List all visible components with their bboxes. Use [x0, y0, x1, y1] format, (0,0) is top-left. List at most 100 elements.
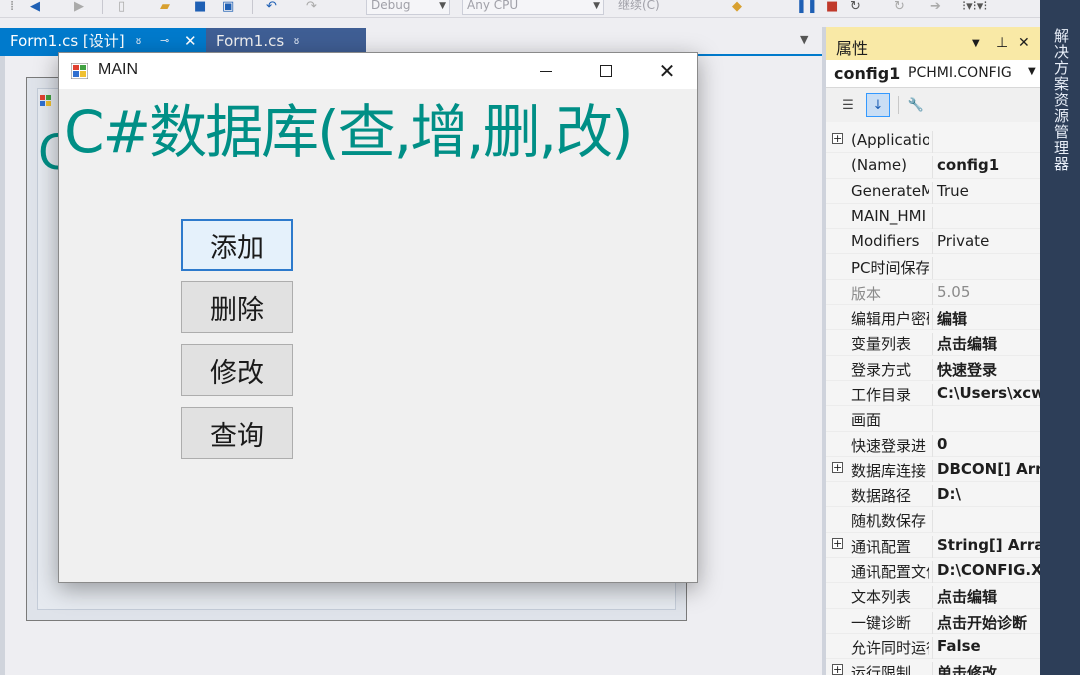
property-value[interactable]: 单击修改: [932, 662, 1040, 675]
chevron-down-icon: ▼: [1028, 66, 1036, 77]
property-row[interactable]: + (ApplicationSettings): [826, 128, 1040, 154]
pause-icon[interactable]: ❚❚: [796, 0, 818, 14]
property-value[interactable]: [932, 510, 1040, 533]
property-name: (ApplicationSettings): [851, 131, 929, 149]
property-value[interactable]: 0: [932, 434, 1040, 457]
expand-icon[interactable]: +: [832, 664, 843, 675]
redo-icon[interactable]: ↷: [306, 0, 317, 14]
maximize-button[interactable]: [576, 53, 636, 89]
property-value[interactable]: 点击开始诊断: [932, 611, 1040, 634]
property-pages-icon[interactable]: 🔧: [904, 93, 928, 117]
property-value[interactable]: [932, 131, 1040, 153]
main-window: MAIN ✕ C#数据库(查,增,删,改) 添加 删除 修改 查询: [58, 52, 698, 583]
property-value[interactable]: [932, 409, 1040, 432]
chevron-down-icon: ▼: [593, 1, 600, 11]
property-row[interactable]: 快速登录进 0: [826, 432, 1040, 457]
alphabetical-icon[interactable]: ↓: [866, 93, 890, 117]
property-row[interactable]: 编辑用户密码编辑: [826, 305, 1040, 331]
step-icon[interactable]: ➔: [930, 0, 941, 14]
property-row[interactable]: Modifiers Private: [826, 229, 1040, 255]
toolbar-separator: [252, 0, 253, 14]
property-value[interactable]: C:\Users\xcw: [932, 383, 1040, 406]
property-value[interactable]: DBCON[] Array: [932, 459, 1040, 482]
minimize-button[interactable]: [516, 53, 576, 89]
save-icon[interactable]: ■: [194, 0, 206, 14]
property-row[interactable]: 允许同时运行False: [826, 634, 1040, 660]
property-value[interactable]: [932, 257, 1040, 280]
property-row[interactable]: 数据路径 D:\: [826, 482, 1040, 508]
property-name: 允许同时运行: [851, 638, 929, 657]
property-row[interactable]: MAIN_HMI: [826, 204, 1040, 230]
pin-icon[interactable]: ⊸: [160, 28, 169, 54]
toolbar-overflow-icon[interactable]: ⁝▾⁝▾⁝: [962, 0, 987, 14]
close-icon[interactable]: ✕: [1018, 35, 1030, 51]
object-selector[interactable]: config1 PCHMI.CONFIG ▼: [826, 60, 1040, 88]
stop-icon[interactable]: ■: [826, 0, 838, 14]
property-row[interactable]: 一键诊断 点击开始诊断: [826, 609, 1040, 634]
property-row[interactable]: PC时间保存: [826, 254, 1040, 280]
property-row[interactable]: 文本列表 点击编辑: [826, 583, 1040, 609]
property-row[interactable]: (Name) config1: [826, 153, 1040, 179]
app-icon: [71, 63, 88, 79]
expand-icon[interactable]: +: [832, 537, 843, 549]
delete-button[interactable]: 删除: [181, 281, 293, 333]
property-row[interactable]: 变量列表 点击编辑: [826, 330, 1040, 356]
property-value[interactable]: String[] Array: [932, 535, 1040, 558]
restart-icon[interactable]: ↻: [850, 0, 861, 14]
back-icon[interactable]: ◀: [30, 0, 40, 14]
properties-title-bar[interactable]: 属性 ▼ ⊥ ✕: [826, 27, 1040, 60]
expand-icon[interactable]: +: [832, 461, 843, 473]
modify-button[interactable]: 修改: [181, 344, 293, 396]
property-row[interactable]: 画面: [826, 406, 1040, 432]
configuration-combo[interactable]: Debug ▼: [366, 0, 450, 15]
property-value[interactable]: 快速登录: [932, 358, 1040, 381]
property-value[interactable]: 点击编辑: [932, 333, 1040, 356]
tab-overflow-icon[interactable]: ▼: [800, 33, 808, 46]
undo-icon[interactable]: ↶: [266, 0, 277, 14]
title-bar[interactable]: MAIN ✕: [59, 53, 697, 89]
query-button[interactable]: 查询: [181, 407, 293, 459]
refresh-icon[interactable]: ↻: [894, 0, 905, 14]
property-value[interactable]: D:\: [932, 485, 1040, 508]
property-row[interactable]: GenerateMemberTrue: [826, 179, 1040, 204]
solution-explorer-label: 解决方案资源管理器: [1052, 28, 1070, 172]
pin-icon[interactable]: ⊥: [996, 35, 1008, 51]
property-row[interactable]: 随机数保存: [826, 507, 1040, 533]
property-row[interactable]: + 通讯配置 String[] Array: [826, 533, 1040, 559]
continue-button[interactable]: 继续(C): [614, 0, 718, 15]
property-value[interactable]: D:\CONFIG.XML: [932, 561, 1040, 584]
property-name: 一键诊断: [851, 613, 912, 632]
add-button[interactable]: 添加: [181, 219, 293, 271]
close-button[interactable]: ✕: [637, 53, 697, 89]
expand-icon[interactable]: +: [832, 133, 843, 144]
property-row[interactable]: + 运行限制 单击修改: [826, 659, 1040, 675]
chevron-down-icon[interactable]: ▼: [972, 38, 980, 49]
tab-form1-code[interactable]: Form1.cs ᴕ: [206, 28, 366, 54]
property-value[interactable]: True: [932, 181, 1040, 204]
property-row[interactable]: 工作目录 C:\Users\xcw: [826, 381, 1040, 407]
close-icon[interactable]: ✕: [184, 28, 197, 54]
property-value[interactable]: 5.05: [932, 282, 1040, 305]
new-file-icon[interactable]: ▯: [118, 0, 125, 14]
platform-combo[interactable]: Any CPU ▼: [462, 0, 604, 15]
solution-explorer-tab[interactable]: 解决方案资源管理器: [1040, 0, 1080, 675]
breakpoint-icon[interactable]: ◆: [732, 0, 742, 14]
property-row[interactable]: 登录方式 快速登录: [826, 356, 1040, 381]
property-name: PC时间保存: [851, 259, 929, 278]
tab-form1-designer[interactable]: Form1.cs [设计] ᴕ ⊸ ✕: [0, 28, 206, 54]
property-row[interactable]: 通讯配置文件D:\CONFIG.XML: [826, 558, 1040, 584]
property-row[interactable]: + 数据库连接 DBCON[] Array: [826, 457, 1040, 483]
property-value[interactable]: [932, 206, 1040, 229]
forward-icon[interactable]: ▶: [74, 0, 84, 14]
property-value[interactable]: Private: [932, 232, 1040, 255]
property-value[interactable]: False: [932, 636, 1040, 659]
save-all-icon[interactable]: ▣: [222, 0, 234, 14]
property-value[interactable]: 点击编辑: [932, 586, 1040, 609]
property-value[interactable]: config1: [932, 156, 1040, 179]
open-folder-icon[interactable]: ▰: [160, 0, 170, 14]
property-row[interactable]: 版本 5.05: [826, 280, 1040, 306]
property-value[interactable]: 编辑: [932, 308, 1040, 331]
property-name: GenerateMember: [851, 181, 929, 200]
toolbar-separator: [102, 0, 103, 14]
categorized-icon[interactable]: ☰: [836, 93, 860, 117]
